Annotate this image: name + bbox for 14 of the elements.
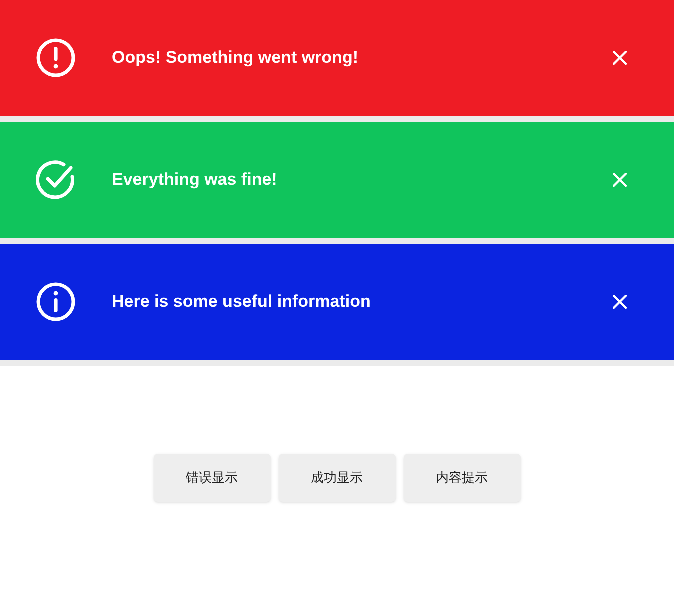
toggle-button[interactable]: 错误显示 [154, 454, 270, 502]
toggle-button[interactable]: 成功显示 [278, 454, 396, 502]
close-icon [613, 51, 627, 65]
alert-message: Oops! Something went wrong! [112, 47, 360, 70]
alert-message: Everything was fine! [112, 169, 278, 192]
close-icon [613, 173, 627, 187]
info-circle-icon [36, 282, 76, 322]
exclamation-circle-icon [36, 38, 76, 78]
alert-message: Here is some useful information [112, 291, 372, 314]
close-button[interactable] [610, 292, 630, 312]
check-circle-icon [36, 160, 76, 200]
close-icon [613, 295, 627, 309]
toggle-button[interactable]: 内容提示 [404, 454, 520, 502]
close-button[interactable] [610, 48, 630, 68]
